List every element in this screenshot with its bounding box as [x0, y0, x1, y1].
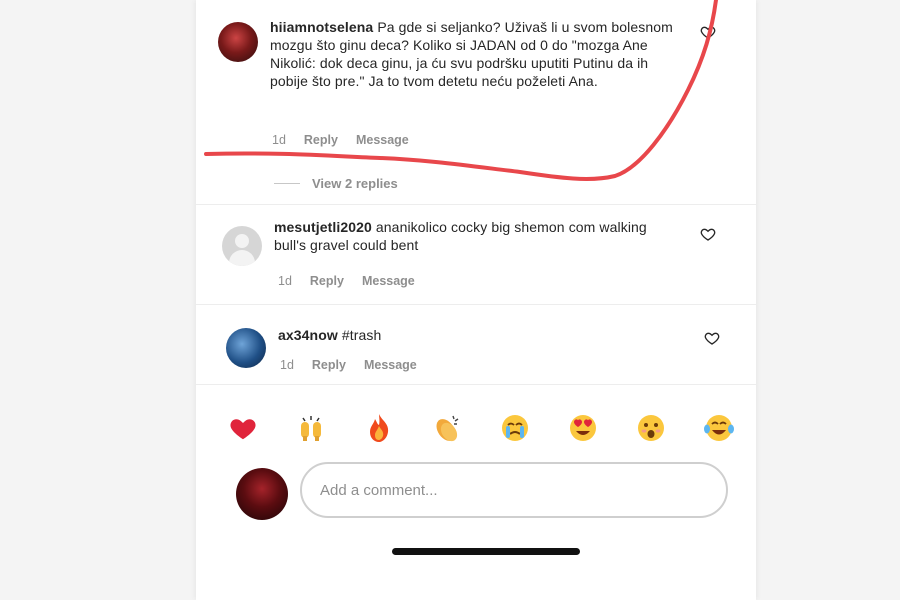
message-button[interactable]: Message — [356, 133, 409, 147]
reply-button[interactable]: Reply — [312, 358, 346, 372]
reply-button[interactable]: Reply — [310, 274, 344, 288]
comment-body: #trash — [341, 327, 382, 343]
message-button[interactable]: Message — [364, 358, 417, 372]
comment-text: mesutjetli2020 ananikolico cocky big shem… — [274, 218, 674, 254]
divider — [196, 204, 756, 205]
fire-icon[interactable] — [362, 411, 396, 445]
comment-username[interactable]: hiiamnotselena — [270, 19, 373, 35]
heart-icon[interactable] — [704, 330, 720, 346]
comment-meta: 1d Reply Message — [280, 358, 417, 372]
home-indicator[interactable] — [392, 548, 580, 555]
divider — [196, 304, 756, 305]
divider — [196, 384, 756, 385]
avatar[interactable] — [222, 226, 262, 266]
comment-text: ax34now #trash — [278, 326, 678, 344]
avatar[interactable] — [218, 22, 258, 62]
message-button[interactable]: Message — [362, 274, 415, 288]
comment-input[interactable]: Add a comment... — [300, 462, 728, 518]
view-replies-label: View 2 replies — [312, 176, 398, 191]
astonished-face-icon[interactable] — [634, 411, 668, 445]
comment-meta: 1d Reply Message — [278, 274, 415, 288]
comment-username[interactable]: ax34now — [278, 327, 338, 343]
raising-hands-icon[interactable] — [294, 411, 328, 445]
comment-composer: Add a comment... — [236, 462, 736, 524]
avatar[interactable] — [226, 328, 266, 368]
comment-time: 1d — [278, 274, 292, 288]
default-avatar-icon — [235, 234, 249, 248]
heart-icon[interactable] — [700, 226, 716, 242]
heart-icon[interactable] — [700, 24, 716, 40]
heart-eyes-icon[interactable] — [566, 411, 600, 445]
comment-time: 1d — [280, 358, 294, 372]
replies-line — [274, 183, 300, 184]
comment-text: hiiamnotselena Pa gde si seljanko? Uživaš… — [270, 18, 690, 90]
comment-username[interactable]: mesutjetli2020 — [274, 219, 372, 235]
reply-button[interactable]: Reply — [304, 133, 338, 147]
tears-of-joy-icon[interactable] — [702, 411, 736, 445]
comment-input-placeholder: Add a comment... — [320, 481, 438, 499]
comment-time: 1d — [272, 133, 286, 147]
comments-screen: hiiamnotselena Pa gde si seljanko? Uživaš… — [196, 0, 756, 600]
red-heart-icon[interactable] — [226, 411, 260, 445]
comment-meta: 1d Reply Message — [272, 133, 409, 147]
crying-face-icon[interactable] — [498, 411, 532, 445]
clapping-hands-icon[interactable] — [430, 411, 464, 445]
view-replies-button[interactable]: View 2 replies — [274, 176, 398, 191]
emoji-quick-bar — [226, 405, 736, 451]
my-avatar — [236, 468, 288, 520]
